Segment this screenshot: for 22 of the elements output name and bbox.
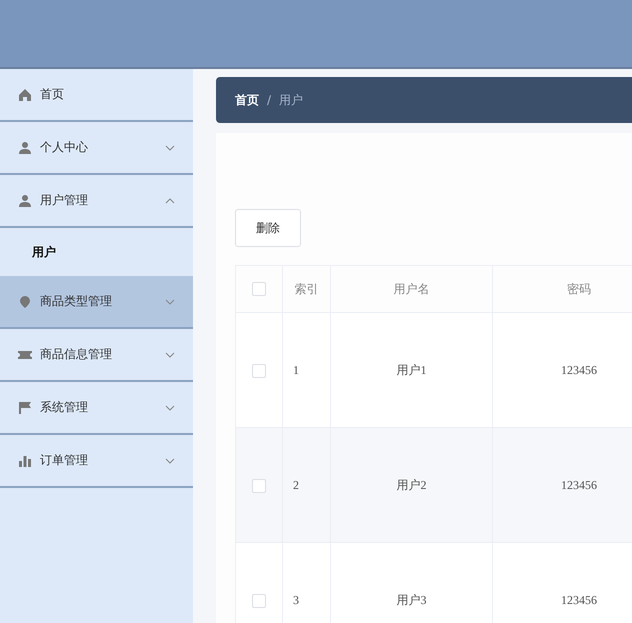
chevron-icon [165, 404, 175, 410]
sidebar-menu-item[interactable]: 商品类型管理 [0, 276, 193, 329]
flag-icon [18, 400, 32, 414]
chevron-icon [165, 298, 175, 304]
chevron-icon [165, 144, 175, 150]
home-icon [18, 88, 32, 102]
bar-chart-icon [18, 454, 32, 468]
person-icon [18, 194, 32, 208]
breadcrumb-separator: / [267, 93, 272, 107]
breadcrumb-link[interactable]: 首页 [235, 92, 259, 108]
pin-icon [18, 294, 32, 308]
delete-button[interactable]: 删除 [235, 209, 301, 247]
chevron-icon [165, 352, 175, 358]
chevron-icon [165, 458, 175, 464]
checkbox[interactable] [252, 478, 266, 493]
checkbox[interactable] [252, 282, 266, 296]
person-icon [18, 140, 32, 154]
checkbox[interactable] [252, 364, 266, 378]
sidebar-submenu-item[interactable]: 用户 [0, 228, 193, 276]
chevron-icon [165, 198, 175, 204]
checkbox[interactable] [252, 594, 266, 608]
breadcrumb-link[interactable]: 用户 [279, 92, 304, 108]
